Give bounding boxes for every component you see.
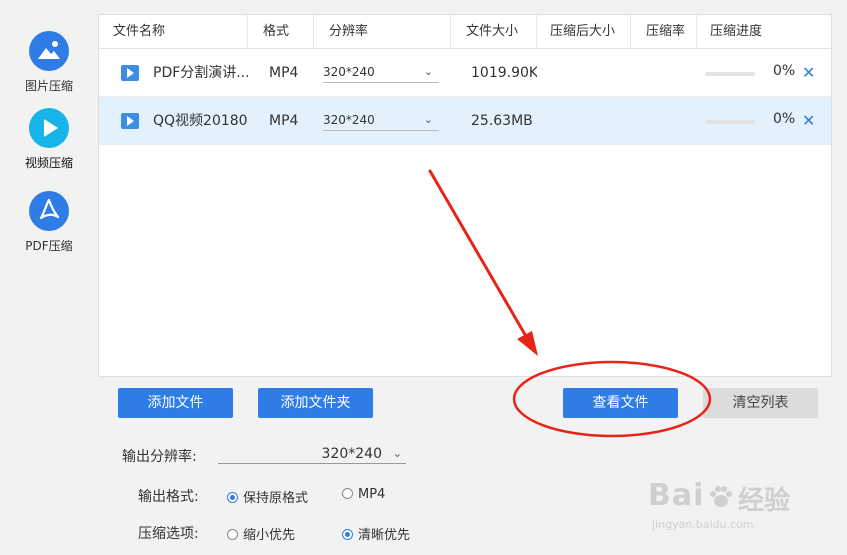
output-format-label: 输出格式: (138, 489, 199, 505)
sidebar: 图片压缩 视频压缩 PDF压缩 (0, 0, 98, 555)
view-file-button[interactable]: 查看文件 (563, 388, 678, 418)
sidebar-item-video-compress[interactable]: 视频压缩 (0, 108, 98, 171)
format-option-keep-original[interactable]: 保持原格式 (227, 487, 308, 506)
chevron-down-icon: ⌄ (423, 113, 433, 126)
watermark-brand: Bai (648, 478, 705, 513)
image-icon (29, 31, 69, 71)
column-header-name: 文件名称 (113, 24, 166, 39)
watermark-url: jingyan.baidu.com (652, 518, 754, 531)
column-header-progress: 压缩进度 (710, 24, 763, 39)
remove-file-button[interactable]: ✕ (802, 49, 815, 97)
column-header-size: 文件大小 (466, 24, 519, 39)
clear-list-button[interactable]: 清空列表 (703, 388, 818, 418)
progress-bar (705, 72, 755, 76)
progress-percent: 0% (773, 111, 796, 127)
column-header-ratio: 压缩率 (646, 24, 686, 39)
file-name: PDF分割演讲... (153, 65, 249, 81)
watermark-brand-suffix: 经验 (738, 486, 791, 516)
chevron-down-icon: ⌄ (423, 65, 433, 78)
sidebar-item-label: 视频压缩 (24, 156, 73, 170)
play-icon (29, 108, 69, 148)
chevron-down-icon: ⌄ (392, 447, 402, 460)
output-resolution-select[interactable]: 320*240 ⌄ (218, 444, 406, 464)
sidebar-item-label: PDF压缩 (25, 239, 73, 253)
sidebar-item-label: 图片压缩 (24, 79, 73, 93)
progress-bar (705, 120, 755, 124)
output-resolution-label: 输出分辨率: (122, 449, 197, 465)
compress-option-label: 压缩选项: (138, 526, 199, 542)
file-size: 1019.90KE (471, 65, 537, 81)
format-option-mp4[interactable]: MP4 (342, 487, 385, 502)
add-file-button[interactable]: 添加文件 (118, 388, 233, 418)
pdf-icon (29, 191, 69, 231)
file-format: MP4 (269, 65, 299, 81)
radio-selected-icon (342, 529, 353, 540)
file-name: QQ视频20180... (153, 113, 249, 129)
remove-file-button[interactable]: ✕ (802, 97, 815, 145)
file-size: 25.63MB (471, 113, 533, 129)
video-file-icon (121, 113, 139, 129)
column-header-resolution: 分辨率 (329, 24, 369, 39)
resolution-select[interactable]: 320*240 ⌄ (323, 111, 439, 131)
table-row[interactable]: QQ视频20180... MP4 320*240 ⌄ 25.63MB 0% ✕ (99, 97, 831, 145)
column-header-compressed-size: 压缩后大小 (550, 24, 616, 39)
paw-icon (710, 486, 732, 507)
compress-option-clearer[interactable]: 清晰优先 (342, 524, 410, 543)
table-row[interactable]: PDF分割演讲... MP4 320*240 ⌄ 1019.90KE 0% ✕ (99, 49, 831, 97)
sidebar-item-image-compress[interactable]: 图片压缩 (0, 31, 98, 94)
table-header: 文件名称 格式 分辨率 文件大小 压缩后大小 压缩率 压缩进度 (99, 15, 831, 49)
file-list-panel: 文件名称 格式 分辨率 文件大小 压缩后大小 压缩率 压缩进度 PDF分割演讲.… (98, 14, 832, 377)
radio-unselected-icon (227, 529, 238, 540)
column-header-format: 格式 (263, 24, 290, 39)
video-file-icon (121, 65, 139, 81)
radio-unselected-icon (342, 488, 353, 499)
radio-selected-icon (227, 492, 238, 503)
add-folder-button[interactable]: 添加文件夹 (258, 388, 373, 418)
resolution-select[interactable]: 320*240 ⌄ (323, 63, 439, 83)
progress-percent: 0% (773, 63, 796, 79)
compress-option-smaller[interactable]: 缩小优先 (227, 524, 295, 543)
sidebar-item-pdf-compress[interactable]: PDF压缩 (0, 191, 98, 254)
file-format: MP4 (269, 113, 299, 129)
baidu-watermark: Bai 经验 jingyan.baidu.com (648, 478, 847, 538)
